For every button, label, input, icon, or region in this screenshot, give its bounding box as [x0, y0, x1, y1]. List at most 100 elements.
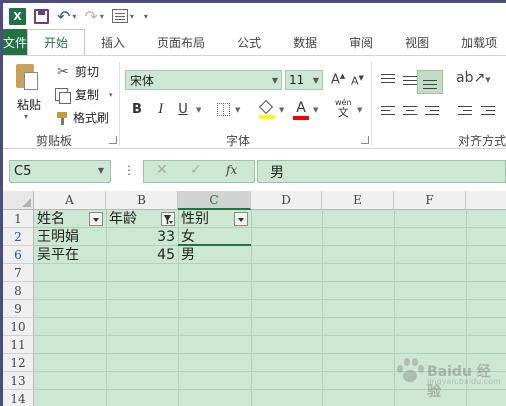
row-header[interactable]: 1	[3, 210, 34, 228]
cell-a2[interactable]: 王明娟	[34, 228, 106, 246]
borders-icon[interactable]	[217, 103, 230, 116]
paste-dropdown-icon[interactable]: ▾	[24, 112, 28, 121]
formula-bar-resize-handle[interactable]: ⋮	[123, 163, 135, 177]
font-size-dropdown-icon: ▼	[312, 76, 319, 85]
cell-b6[interactable]: 45	[106, 246, 178, 264]
font-name-select[interactable]: 宋体 ▼	[125, 70, 282, 90]
clipboard-launcher-icon[interactable]	[109, 136, 117, 144]
tab-formulas[interactable]: 公式	[221, 29, 277, 55]
quick-access-toolbar: X ↶ ▾ ↷ ▾ ▾ ▾	[3, 3, 506, 29]
name-box-dropdown-icon: ▼	[97, 166, 104, 175]
decrease-indent-icon[interactable]	[458, 106, 472, 118]
column-header-f[interactable]: F	[394, 191, 466, 210]
filter-dropdown-icon[interactable]	[89, 212, 103, 226]
row-header[interactable]: 10	[3, 318, 34, 336]
cancel-icon[interactable]: ✕	[156, 162, 168, 178]
enter-icon[interactable]: ✓	[190, 162, 202, 178]
row-header[interactable]: 7	[3, 264, 34, 282]
row-header[interactable]: 12	[3, 354, 34, 372]
row-header[interactable]: 14	[3, 390, 34, 406]
cut-button[interactable]: ✂ 剪切	[55, 63, 99, 80]
cell-c6[interactable]: 男	[178, 246, 251, 264]
format-painter-label: 格式刷	[73, 111, 110, 125]
form-icon[interactable]: ▾	[111, 6, 134, 26]
tab-page-layout[interactable]: 页面布局	[141, 29, 221, 55]
format-painter-button[interactable]: 格式刷	[55, 109, 109, 126]
paste-label: 粘贴	[17, 98, 42, 112]
fill-color-icon[interactable]	[258, 99, 275, 119]
insert-function-button[interactable]: fx	[226, 163, 237, 177]
excel-app-icon[interactable]: X	[9, 6, 26, 26]
gridline	[251, 210, 252, 406]
font-size-value: 11	[289, 73, 305, 87]
font-group-label: 字体	[226, 134, 251, 148]
copy-dropdown-icon[interactable]: ▾	[109, 91, 113, 99]
font-color-dropdown-icon[interactable]: ▼	[313, 106, 318, 114]
filter-active-icon[interactable]	[161, 212, 175, 226]
align-left-icon[interactable]	[381, 106, 395, 118]
underline-button[interactable]: U	[175, 102, 191, 117]
ribbon-tabs: 文件 开始 插入 页面布局 公式 数据 审阅 视图 加载项	[3, 29, 506, 55]
filter-dropdown-icon[interactable]	[234, 212, 248, 226]
tab-insert[interactable]: 插入	[85, 29, 141, 55]
column-header-d[interactable]: D	[251, 191, 322, 210]
phonetic-dropdown-icon[interactable]: ▼	[357, 106, 362, 114]
gridline	[34, 281, 506, 282]
font-launcher-icon[interactable]	[361, 136, 369, 144]
cell-a6[interactable]: 吴平在	[34, 246, 106, 264]
paste-icon	[13, 62, 39, 94]
save-icon[interactable]	[34, 6, 49, 26]
copy-button[interactable]: 复制 ▾	[55, 86, 113, 104]
font-size-select[interactable]: 11 ▼	[285, 70, 323, 90]
align-top-icon[interactable]	[381, 74, 395, 86]
shrink-font-button[interactable]: A▼	[351, 74, 364, 88]
column-header-e[interactable]: E	[322, 191, 394, 210]
undo-icon[interactable]: ↶ ▾	[57, 6, 76, 26]
tab-view[interactable]: 视图	[389, 29, 445, 55]
row-header[interactable]: 6	[3, 246, 34, 264]
cut-label: 剪切	[75, 65, 100, 79]
copy-icon	[55, 88, 71, 104]
redo-icon[interactable]: ↷ ▾	[84, 6, 103, 26]
name-box[interactable]: C5 ▼	[9, 160, 111, 183]
italic-button[interactable]: I	[153, 102, 169, 117]
align-center-icon[interactable]	[403, 106, 417, 118]
tab-addins[interactable]: 加载项	[445, 29, 506, 55]
formula-buttons: ✕ ✓ fx	[143, 160, 255, 183]
row-header[interactable]: 8	[3, 282, 34, 300]
fill-color-dropdown-icon[interactable]: ▼	[279, 106, 284, 114]
increase-indent-icon[interactable]	[481, 106, 495, 118]
align-right-icon[interactable]	[425, 106, 439, 118]
row-header[interactable]: 13	[3, 372, 34, 390]
grow-font-button[interactable]: A▲	[331, 72, 345, 87]
column-header-b[interactable]: B	[106, 191, 178, 210]
underline-dropdown-icon[interactable]: ▼	[196, 106, 201, 114]
bold-button[interactable]: B	[129, 102, 145, 117]
customize-qat-icon[interactable]: ▾	[142, 6, 148, 26]
baidu-jingyan-watermark: Baidu 经验 jingyan.baidu.com	[391, 355, 501, 400]
row-header[interactable]: 11	[3, 336, 34, 354]
cell-b2[interactable]: 33	[106, 228, 178, 246]
gridline	[34, 317, 506, 318]
tab-data[interactable]: 数据	[277, 29, 333, 55]
row-header[interactable]: 9	[3, 300, 34, 318]
row-header[interactable]: 2	[3, 228, 34, 246]
group-divider	[119, 62, 120, 146]
tab-file[interactable]: 文件	[3, 29, 28, 55]
font-name-value: 宋体	[130, 73, 155, 88]
align-middle-icon[interactable]	[403, 76, 417, 88]
tab-review[interactable]: 审阅	[333, 29, 389, 55]
font-color-icon[interactable]: A	[293, 100, 309, 120]
formula-input[interactable]: 男	[257, 160, 506, 183]
column-header-c[interactable]: C	[178, 191, 251, 210]
select-all-button[interactable]	[3, 191, 34, 210]
orientation-icon[interactable]: ab↗▼	[456, 70, 491, 86]
scissors-icon: ✂	[57, 63, 69, 80]
excel-window: X ↶ ▾ ↷ ▾ ▾ ▾ 文件 开始 插入 页面布局 公式 数据 审阅 视图 加载…	[0, 0, 506, 406]
phonetic-guide-icon[interactable]: wén 文	[335, 98, 352, 119]
column-header-a[interactable]: A	[34, 191, 106, 210]
font-name-dropdown-icon: ▼	[271, 76, 278, 85]
borders-dropdown-icon[interactable]: ▼	[235, 106, 240, 114]
tab-home[interactable]: 开始	[27, 29, 86, 55]
column-header-g[interactable]	[466, 191, 506, 210]
